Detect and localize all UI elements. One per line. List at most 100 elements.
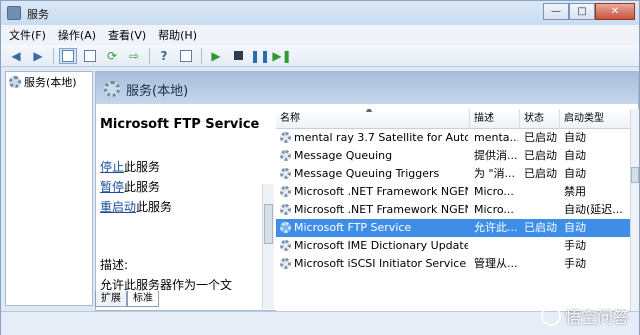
stop-service-icon[interactable] xyxy=(229,48,247,64)
cell-text: 手动 xyxy=(564,239,586,252)
column-header-name[interactable]: 名称 xyxy=(276,109,470,129)
menu-help[interactable]: 帮助(H) xyxy=(158,27,197,43)
toolbar-separator xyxy=(149,47,150,64)
tab-standard[interactable]: 标准 xyxy=(127,291,159,307)
pause-service-link[interactable]: 暂停 xyxy=(100,180,124,194)
list-header: ▲ 名称 描述 状态 启动类型 xyxy=(276,109,630,129)
column-header-status[interactable]: 状态 xyxy=(520,109,560,129)
main-header: 服务(本地) xyxy=(96,72,638,104)
restart-service-link[interactable]: 重启动 xyxy=(100,200,136,214)
cell-status xyxy=(524,201,558,219)
cell-text: Message Queuing xyxy=(294,149,393,162)
cell-startup: 禁用 xyxy=(564,183,628,201)
cell-startup: 手动 xyxy=(564,255,628,273)
cell-name: Message Queuing Triggers xyxy=(280,165,468,183)
cell-text: 允许此... xyxy=(474,221,518,234)
cell-desc xyxy=(474,237,518,255)
column-header-startup-type[interactable]: 启动类型 xyxy=(560,109,630,129)
cell-text: Microsoft IME Dictionary Update xyxy=(294,239,468,252)
menu-view[interactable]: 查看(V) xyxy=(108,27,146,43)
window-title: 服务 xyxy=(27,8,49,21)
service-gear-icon xyxy=(280,222,291,233)
cell-text: Message Queuing Triggers xyxy=(294,167,440,180)
pause-action: 暂停此服务 xyxy=(100,178,160,195)
stop-action-suffix: 此服务 xyxy=(124,160,161,174)
page-title: 服务(本地) xyxy=(126,84,189,99)
cell-text: 提供消... xyxy=(474,149,518,162)
table-row[interactable]: mental ray 3.7 Satellite for Autod... men… xyxy=(276,129,630,147)
cell-text: mental ray 3.7 Satellite for Autod... xyxy=(294,131,468,144)
refresh-icon[interactable]: ⟳ xyxy=(103,48,121,64)
service-gear-icon xyxy=(280,186,291,197)
cell-name: Microsoft IME Dictionary Update xyxy=(280,237,468,255)
cell-text: 已启动 xyxy=(524,149,557,162)
console-icon[interactable] xyxy=(177,48,195,64)
cell-name: Microsoft .NET Framework NGEN... xyxy=(280,183,468,201)
services-list: ▲ 名称 描述 状态 启动类型 mental ray 3.7 Satellite… xyxy=(276,109,630,311)
gear-icon xyxy=(9,76,21,88)
cell-text: 自动(延迟... xyxy=(564,203,623,216)
cell-desc: menta... xyxy=(474,129,518,147)
cell-desc: 管理从... xyxy=(474,255,518,273)
cell-status xyxy=(524,255,558,273)
restart-service-icon[interactable]: ▶❚ xyxy=(272,48,291,64)
menu-file[interactable]: 文件(F) xyxy=(9,27,46,43)
table-row[interactable]: Microsoft .NET Framework NGEN... Micro...… xyxy=(276,201,630,219)
maximize-button[interactable]: □ xyxy=(569,3,595,20)
cell-text: 为 "消... xyxy=(474,167,516,180)
cell-startup: 手动 xyxy=(564,237,628,255)
table-row[interactable]: Microsoft FTP Service 允许此... 已启动 自动 xyxy=(276,219,630,237)
forward-arrow-icon[interactable]: ▶ xyxy=(29,48,47,64)
tab-extended[interactable]: 扩展 xyxy=(95,291,127,307)
title-bar: 服务 — □ ✕ xyxy=(1,1,639,25)
cell-name: Microsoft FTP Service xyxy=(280,219,468,237)
show-tree-icon[interactable] xyxy=(59,47,77,64)
pause-service-icon[interactable]: ❚❚ xyxy=(250,48,270,64)
table-row[interactable]: Message Queuing 提供消... 已启动 自动 xyxy=(276,147,630,165)
cell-text: Micro... xyxy=(474,185,514,198)
cell-startup: 自动 xyxy=(564,165,628,183)
restart-action: 重启动此服务 xyxy=(100,198,172,215)
properties-icon[interactable] xyxy=(81,48,99,64)
view-tabs: 扩展 标准 xyxy=(95,291,159,307)
help-icon[interactable]: ? xyxy=(155,48,173,64)
list-scrollbar[interactable] xyxy=(630,109,639,311)
cell-text: 已启动 xyxy=(524,167,557,180)
cell-text: 自动 xyxy=(564,167,586,180)
cell-text: Microsoft .NET Framework NGEN... xyxy=(294,185,468,198)
cell-text: 自动 xyxy=(564,131,586,144)
cell-text: 自动 xyxy=(564,149,586,162)
service-gear-icon xyxy=(280,240,291,251)
cell-text: 管理从... xyxy=(474,257,518,270)
cell-status: 已启动 xyxy=(524,165,558,183)
table-row[interactable]: Microsoft IME Dictionary Update 手动 xyxy=(276,237,630,255)
start-service-icon[interactable]: ▶ xyxy=(207,48,225,64)
cell-name: mental ray 3.7 Satellite for Autod... xyxy=(280,129,468,147)
cell-text: Microsoft .NET Framework NGEN... xyxy=(294,203,468,216)
stop-service-link[interactable]: 停止 xyxy=(100,160,124,174)
close-button[interactable]: ✕ xyxy=(595,3,635,20)
cell-text: Micro... xyxy=(474,203,514,216)
table-row[interactable]: Microsoft iSCSI Initiator Service 管理从... 手… xyxy=(276,255,630,273)
minimize-button[interactable]: — xyxy=(543,3,569,20)
table-row[interactable]: Microsoft .NET Framework NGEN... Micro...… xyxy=(276,183,630,201)
cell-status xyxy=(524,237,558,255)
menu-action[interactable]: 操作(A) xyxy=(58,27,96,43)
cell-startup: 自动 xyxy=(564,219,628,237)
cell-desc: Micro... xyxy=(474,183,518,201)
cell-status: 已启动 xyxy=(524,219,558,237)
tree-item-services-local[interactable]: 服务(本地) xyxy=(9,74,81,90)
cell-desc: 允许此... xyxy=(474,219,518,237)
detail-scrollbar[interactable] xyxy=(262,184,274,309)
scrollbar-thumb[interactable] xyxy=(631,167,639,183)
back-arrow-icon[interactable]: ◀ xyxy=(7,48,25,64)
pause-action-suffix: 此服务 xyxy=(124,180,161,194)
table-row[interactable]: Message Queuing Triggers 为 "消... 已启动 自动 xyxy=(276,165,630,183)
service-detail-panel: Microsoft FTP Service 停止此服务 暂停此服务 重启动此服务… xyxy=(96,104,274,310)
cell-desc: 为 "消... xyxy=(474,165,518,183)
export-icon[interactable]: ⇨ xyxy=(125,48,143,64)
column-header-description[interactable]: 描述 xyxy=(470,109,520,129)
scrollbar-thumb[interactable] xyxy=(264,204,273,244)
tree-item-label: 服务(本地) xyxy=(24,76,77,89)
cell-status: 已启动 xyxy=(524,147,558,165)
